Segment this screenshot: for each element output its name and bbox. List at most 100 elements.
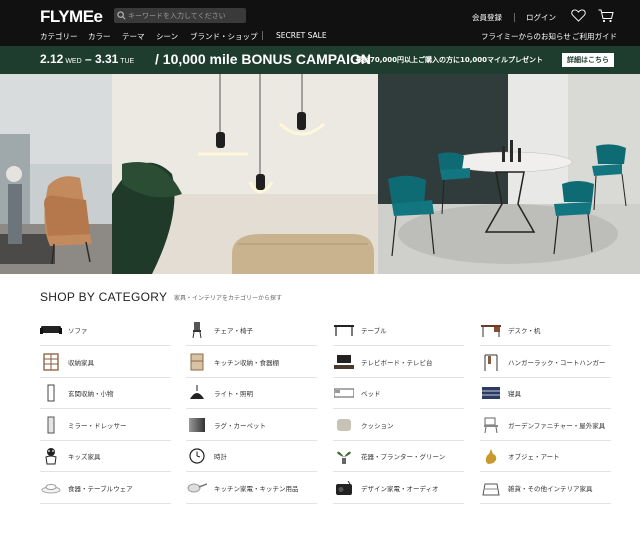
shelf-icon: [40, 352, 62, 371]
category-section-title: SHOP BY CATEGORY: [40, 290, 168, 304]
category-item[interactable]: デスク・机: [480, 315, 611, 346]
category-item-label: デスク・机: [508, 327, 541, 335]
category-item-label: デザイン家電・オーディオ: [361, 484, 439, 493]
category-item[interactable]: チェア・椅子: [186, 315, 317, 346]
category-item[interactable]: ベッド: [333, 378, 464, 409]
object-icon: [480, 447, 502, 465]
bedding-icon: [480, 384, 502, 402]
category-item[interactable]: オブジェ・アート: [480, 441, 611, 472]
hero-image-pendant-lights[interactable]: [112, 74, 378, 274]
category-section-subtitle: 家具・インテリアをカテゴリーから探す: [174, 295, 283, 302]
campaign-detail-button[interactable]: 詳細はこちら: [562, 53, 614, 67]
category-item[interactable]: キッチン家電・キッチン用品: [186, 473, 317, 504]
category-item-label: オブジェ・アート: [508, 453, 560, 461]
plant-icon: [333, 447, 355, 465]
guide-link[interactable]: ご利用ガイド: [572, 31, 617, 42]
category-item-label: ハンガーラック・コートハンガー: [508, 358, 606, 367]
header-divider: [514, 13, 515, 22]
nav-category[interactable]: カテゴリー: [40, 31, 78, 42]
category-item-label: 玄関収納・小物: [68, 390, 114, 398]
category-item-label: 雑貨・その他インテリア家具: [508, 484, 593, 493]
campaign-dates: 2.12 WED – 3.31 TUE: [40, 52, 135, 66]
category-item[interactable]: 時計: [186, 441, 317, 472]
category-item[interactable]: 花器・プランター・グリーン: [333, 441, 464, 472]
search-icon[interactable]: [114, 8, 128, 23]
category-item[interactable]: ガーデンファニチャー・屋外家具: [480, 410, 611, 441]
desk-icon: [480, 321, 502, 339]
category-item-label: キッズ家具: [68, 453, 101, 461]
category-item[interactable]: 食器・テーブルウェア: [40, 473, 171, 504]
category-item[interactable]: クッション: [333, 410, 464, 441]
register-link[interactable]: 会員登録: [472, 12, 502, 23]
table-icon: [333, 321, 355, 339]
cart-icon[interactable]: [598, 9, 614, 28]
hero-image-living-room[interactable]: [0, 74, 112, 274]
category-item[interactable]: 寝具: [480, 378, 611, 409]
hero-carousel[interactable]: [0, 74, 640, 274]
nav-brand-shop[interactable]: ブランド・ショップ: [190, 31, 258, 42]
category-item-label: ラグ・カーペット: [214, 421, 266, 430]
tv-board-icon: [333, 353, 355, 371]
category-item-label: 時計: [214, 453, 227, 461]
heart-icon[interactable]: [571, 9, 586, 27]
cupboard-icon: [186, 353, 208, 371]
category-item[interactable]: ラグ・カーペット: [186, 410, 317, 441]
campaign-banner[interactable]: 2.12 WED – 3.31 TUE / 10,000 mile BONUS …: [0, 46, 640, 74]
cushion-icon: [333, 416, 355, 434]
category-item-label: キッチン収納・食器棚: [214, 358, 279, 367]
category-item[interactable]: キッチン収納・食器棚: [186, 347, 317, 378]
category-item[interactable]: ハンガーラック・コートハンガー: [480, 347, 611, 378]
category-item-label: テレビボード・テレビ台: [361, 358, 433, 367]
pan-icon: [186, 479, 208, 497]
category-item-label: ガーデンファニチャー・屋外家具: [508, 421, 606, 430]
site-logo[interactable]: FLYMEe: [40, 7, 103, 27]
mirror-icon: [40, 416, 62, 434]
category-item[interactable]: キッズ家具: [40, 441, 171, 472]
search-box[interactable]: [114, 8, 246, 23]
hero-image-dining-set[interactable]: [378, 74, 640, 274]
category-item-label: 寝具: [508, 390, 521, 398]
lamp-icon: [186, 384, 208, 402]
campaign-title: / 10,000 mile BONUS CAMPAIGN: [155, 51, 372, 67]
campaign-description: 累計70,000円以上ご購入の方に10,000マイルプレゼント: [356, 56, 544, 64]
category-item-label: テーブル: [361, 327, 387, 335]
site-header: FLYMEe 会員登録 ログイン カテゴリー カラー テーマ シーン ブランド・…: [0, 0, 640, 46]
category-item-label: クッション: [361, 421, 394, 430]
garden-chair-icon: [480, 416, 502, 434]
category-item[interactable]: ソファ: [40, 315, 171, 346]
category-item-label: 花器・プランター・グリーン: [361, 453, 446, 461]
nav-theme[interactable]: テーマ: [122, 31, 145, 42]
chair-icon: [186, 321, 208, 339]
news-link[interactable]: フライミーからのお知らせ: [481, 31, 571, 42]
nav-scene[interactable]: シーン: [156, 31, 178, 42]
category-item-label: キッチン家電・キッチン用品: [214, 484, 299, 493]
category-item[interactable]: 雑貨・その他インテリア家具: [480, 473, 611, 504]
category-item[interactable]: 玄関収納・小物: [40, 378, 171, 409]
category-item[interactable]: テーブル: [333, 315, 464, 346]
category-item[interactable]: ライト・照明: [186, 378, 317, 409]
bed-icon: [333, 384, 355, 402]
category-item-label: ライト・照明: [214, 390, 253, 398]
search-input[interactable]: [128, 11, 240, 20]
nav-divider: [262, 31, 263, 40]
sofa-icon: [40, 321, 62, 339]
category-item-label: 食器・テーブルウェア: [68, 484, 133, 493]
category-item[interactable]: 収納家具: [40, 347, 171, 378]
login-link[interactable]: ログイン: [526, 12, 556, 23]
category-item[interactable]: ミラー・ドレッサー: [40, 410, 171, 441]
goods-icon: [480, 479, 502, 497]
category-item-label: ミラー・ドレッサー: [68, 421, 127, 430]
category-item-label: ベッド: [361, 390, 381, 398]
nav-color[interactable]: カラー: [88, 31, 111, 42]
nav-secret-sale[interactable]: SECRET SALE: [276, 31, 327, 40]
clock-icon: [186, 447, 208, 465]
category-item[interactable]: デザイン家電・オーディオ: [333, 473, 464, 504]
entrance-storage-icon: [40, 384, 62, 402]
kids-icon: [40, 447, 62, 465]
category-item-label: ソファ: [68, 327, 88, 335]
tableware-icon: [40, 479, 62, 497]
category-item-label: 収納家具: [68, 358, 94, 367]
radio-icon: [333, 479, 355, 497]
category-item[interactable]: テレビボード・テレビ台: [333, 347, 464, 378]
category-item-label: チェア・椅子: [214, 327, 253, 335]
